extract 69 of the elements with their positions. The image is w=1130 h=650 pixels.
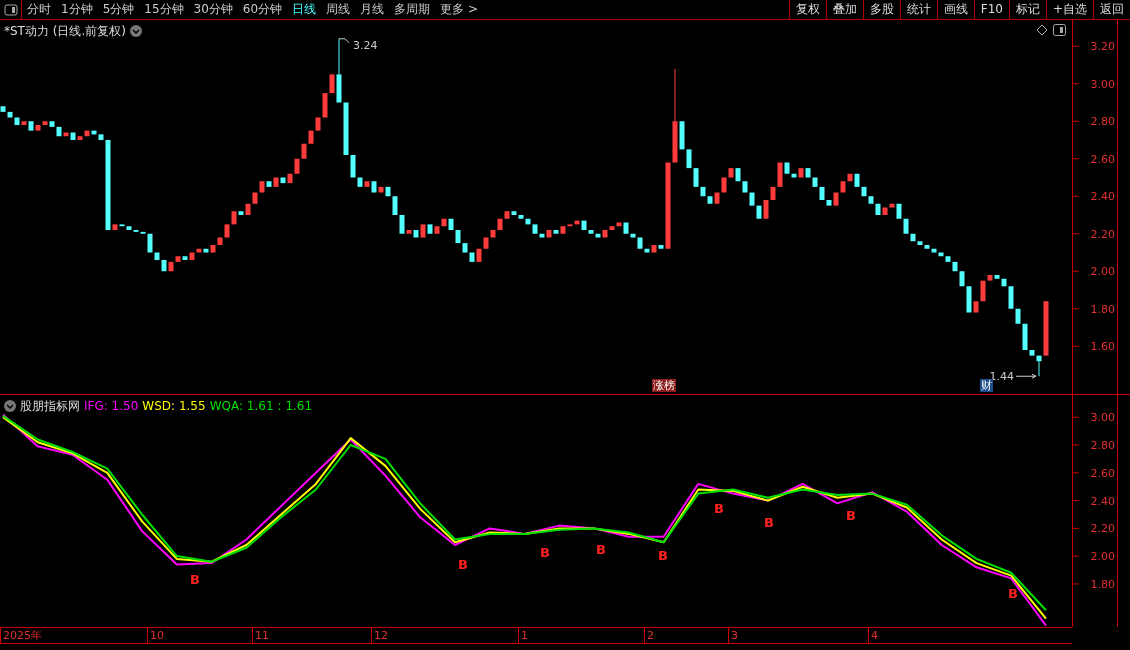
- toolbar-button[interactable]: +自选: [1045, 0, 1093, 19]
- axis-label: 1.80: [1090, 577, 1115, 591]
- buy-signal: B: [714, 501, 724, 516]
- period-tab[interactable]: 日线: [287, 0, 322, 19]
- axis-label: 2.00: [1090, 265, 1115, 279]
- buy-signal: B: [764, 515, 774, 530]
- axis-label: 2.80: [1090, 115, 1115, 129]
- period-tab[interactable]: 1分钟: [56, 0, 98, 19]
- legend-value: WSD: 1.55: [142, 398, 206, 415]
- period-tab[interactable]: 更多 >: [435, 0, 483, 19]
- toolbar-button[interactable]: F10: [973, 0, 1009, 19]
- buy-signal: B: [540, 545, 550, 560]
- buy-signal: B: [658, 548, 668, 563]
- chevron-icon[interactable]: [4, 400, 16, 412]
- buy-signal: B: [596, 542, 606, 557]
- date-label: 11: [252, 628, 269, 643]
- leader-line: [1015, 373, 1037, 379]
- period-tab[interactable]: 多周期: [389, 0, 436, 19]
- axis-label: 1.60: [1090, 340, 1115, 354]
- date-label: 12: [371, 628, 388, 643]
- period-tab[interactable]: 30分钟: [188, 0, 238, 19]
- toolbar-button[interactable]: 复权: [788, 0, 826, 19]
- axis-label: 3.00: [1090, 411, 1115, 425]
- period-tab[interactable]: 15分钟: [139, 0, 189, 19]
- axis-label: 2.00: [1090, 550, 1115, 564]
- chevron-icon[interactable]: [129, 25, 142, 37]
- axis-label: 2.80: [1090, 439, 1115, 452]
- axis-label: 3.00: [1090, 77, 1115, 91]
- date-label: 2025年: [0, 628, 42, 643]
- toolbar-button[interactable]: 返回: [1093, 0, 1130, 19]
- axis-label: 1.80: [1090, 302, 1115, 316]
- buy-signal: B: [846, 508, 856, 523]
- toolbar-button[interactable]: 标记: [1008, 0, 1046, 19]
- event-tag[interactable]: 涨榜: [652, 379, 676, 392]
- event-tag[interactable]: 财: [980, 379, 993, 392]
- buy-signal: B: [1008, 586, 1018, 601]
- toolbar-button[interactable]: 叠加: [825, 0, 863, 19]
- panel-icon[interactable]: [1053, 24, 1066, 36]
- axis-label: 3.20: [1090, 40, 1115, 54]
- axis-label: 2.40: [1090, 190, 1115, 204]
- panel-icon[interactable]: [3, 3, 18, 16]
- indicator-name: 股朋指标网: [20, 398, 80, 415]
- period-tab[interactable]: 5分钟: [97, 0, 140, 19]
- date-label: 4: [868, 628, 878, 643]
- period-tab[interactable]: 周线: [321, 0, 356, 19]
- toolbar-button[interactable]: 多股: [862, 0, 900, 19]
- axis-label: 2.40: [1090, 494, 1115, 508]
- leader-line: [338, 38, 350, 44]
- date-label: 10: [147, 628, 164, 643]
- buy-signal: B: [190, 572, 200, 587]
- period-tab[interactable]: 月线: [355, 0, 390, 19]
- axis-label: 2.20: [1090, 227, 1115, 241]
- legend-value: : 1.61: [277, 398, 313, 415]
- toolbar-button[interactable]: 画线: [936, 0, 974, 19]
- period-tab[interactable]: 60分钟: [237, 0, 288, 19]
- axis-label: 2.20: [1090, 522, 1115, 536]
- price-label: 3.24: [353, 38, 378, 52]
- date-label: 3: [728, 628, 738, 643]
- axis-label: 2.60: [1090, 152, 1115, 166]
- stock-title: *ST动力 (日线.前复权): [4, 23, 126, 40]
- toolbar-button[interactable]: 统计: [899, 0, 937, 19]
- legend-value: WQA: 1.61: [209, 398, 274, 415]
- buy-signal: B: [458, 557, 468, 572]
- period-tab[interactable]: 分时: [22, 0, 56, 19]
- diamond-icon[interactable]: [1036, 24, 1048, 36]
- legend-value: IFG: 1.50: [84, 398, 139, 415]
- axis-label: 2.60: [1090, 466, 1115, 480]
- date-label: 1: [518, 628, 528, 643]
- date-label: 2: [644, 628, 654, 643]
